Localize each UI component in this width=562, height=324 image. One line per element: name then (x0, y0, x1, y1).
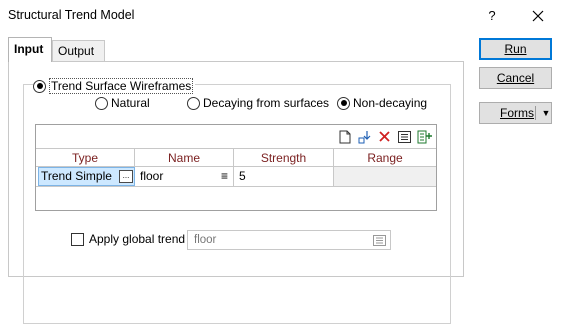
type-cell-value: Trend Simple (41, 169, 112, 183)
global-trend-input[interactable]: floor (187, 230, 391, 250)
tab-output[interactable]: Output (52, 40, 105, 62)
column-header-range[interactable]: Range (334, 149, 436, 167)
trend-surface-wireframes-radio[interactable]: Trend Surface Wireframes (33, 78, 196, 94)
name-list-icon[interactable]: ≡ (221, 167, 228, 186)
column-header-type[interactable]: Type (36, 149, 135, 167)
name-cell-value: floor (140, 169, 164, 183)
run-button[interactable]: Run (479, 38, 552, 60)
apply-global-trend-label: Apply global trend (89, 232, 186, 246)
name-cell[interactable]: floor ≡ (135, 167, 234, 186)
trend-surface-wireframes-label: Trend Surface Wireframes (49, 78, 194, 94)
close-icon (532, 10, 544, 22)
forms-separator (535, 106, 536, 120)
column-header-name[interactable]: Name (135, 149, 234, 167)
table-row: Trend Simple ... floor ≡ 5 (36, 167, 436, 187)
radio-indicator (187, 96, 200, 110)
grid-header: Type Name Strength Range (36, 148, 436, 167)
natural-label: Natural (111, 96, 150, 110)
global-trend-value: floor (194, 234, 217, 246)
forms-button-label: Forms (500, 106, 534, 120)
insert-row-icon[interactable] (357, 129, 372, 144)
trend-grid: Type Name Strength Range Trend Simple ..… (35, 124, 437, 211)
grid-toolbar (337, 129, 432, 145)
run-button-label: Run (504, 42, 527, 56)
chevron-down-icon[interactable]: ▼ (540, 103, 552, 123)
column-header-strength[interactable]: Strength (234, 149, 334, 167)
list-picker-icon[interactable] (373, 234, 386, 252)
window-title: Structural Trend Model (8, 8, 135, 22)
forms-button[interactable]: Forms ▼ (479, 102, 552, 124)
new-row-icon[interactable] (337, 129, 352, 144)
radio-indicator (33, 79, 46, 93)
decaying-from-surfaces-radio[interactable]: Decaying from surfaces (187, 96, 329, 110)
strength-cell-value: 5 (239, 169, 246, 183)
close-button[interactable] (528, 6, 548, 26)
radio-indicator (337, 96, 350, 110)
strength-cell[interactable]: 5 (234, 167, 334, 186)
append-row-icon[interactable] (417, 129, 432, 144)
cancel-button[interactable]: Cancel (479, 67, 552, 89)
non-decaying-label: Non-decaying (353, 96, 428, 110)
help-button[interactable]: ? (482, 6, 502, 26)
delete-row-icon[interactable] (377, 129, 392, 144)
type-ellipsis-button[interactable]: ... (119, 170, 133, 183)
type-cell[interactable]: Trend Simple ... (38, 167, 135, 186)
list-view-icon[interactable] (397, 129, 412, 144)
radio-indicator (95, 96, 108, 110)
range-cell[interactable] (334, 167, 436, 186)
decaying-from-surfaces-label: Decaying from surfaces (203, 96, 330, 110)
apply-global-trend-checkbox[interactable]: Apply global trend (71, 232, 185, 246)
non-decaying-radio[interactable]: Non-decaying (337, 96, 427, 110)
natural-radio[interactable]: Natural (95, 96, 150, 110)
tab-input[interactable]: Input (8, 37, 52, 62)
checkbox-indicator (71, 232, 84, 246)
title-bar: Structural Trend Model ? (0, 0, 562, 32)
cancel-button-label: Cancel (496, 71, 535, 85)
